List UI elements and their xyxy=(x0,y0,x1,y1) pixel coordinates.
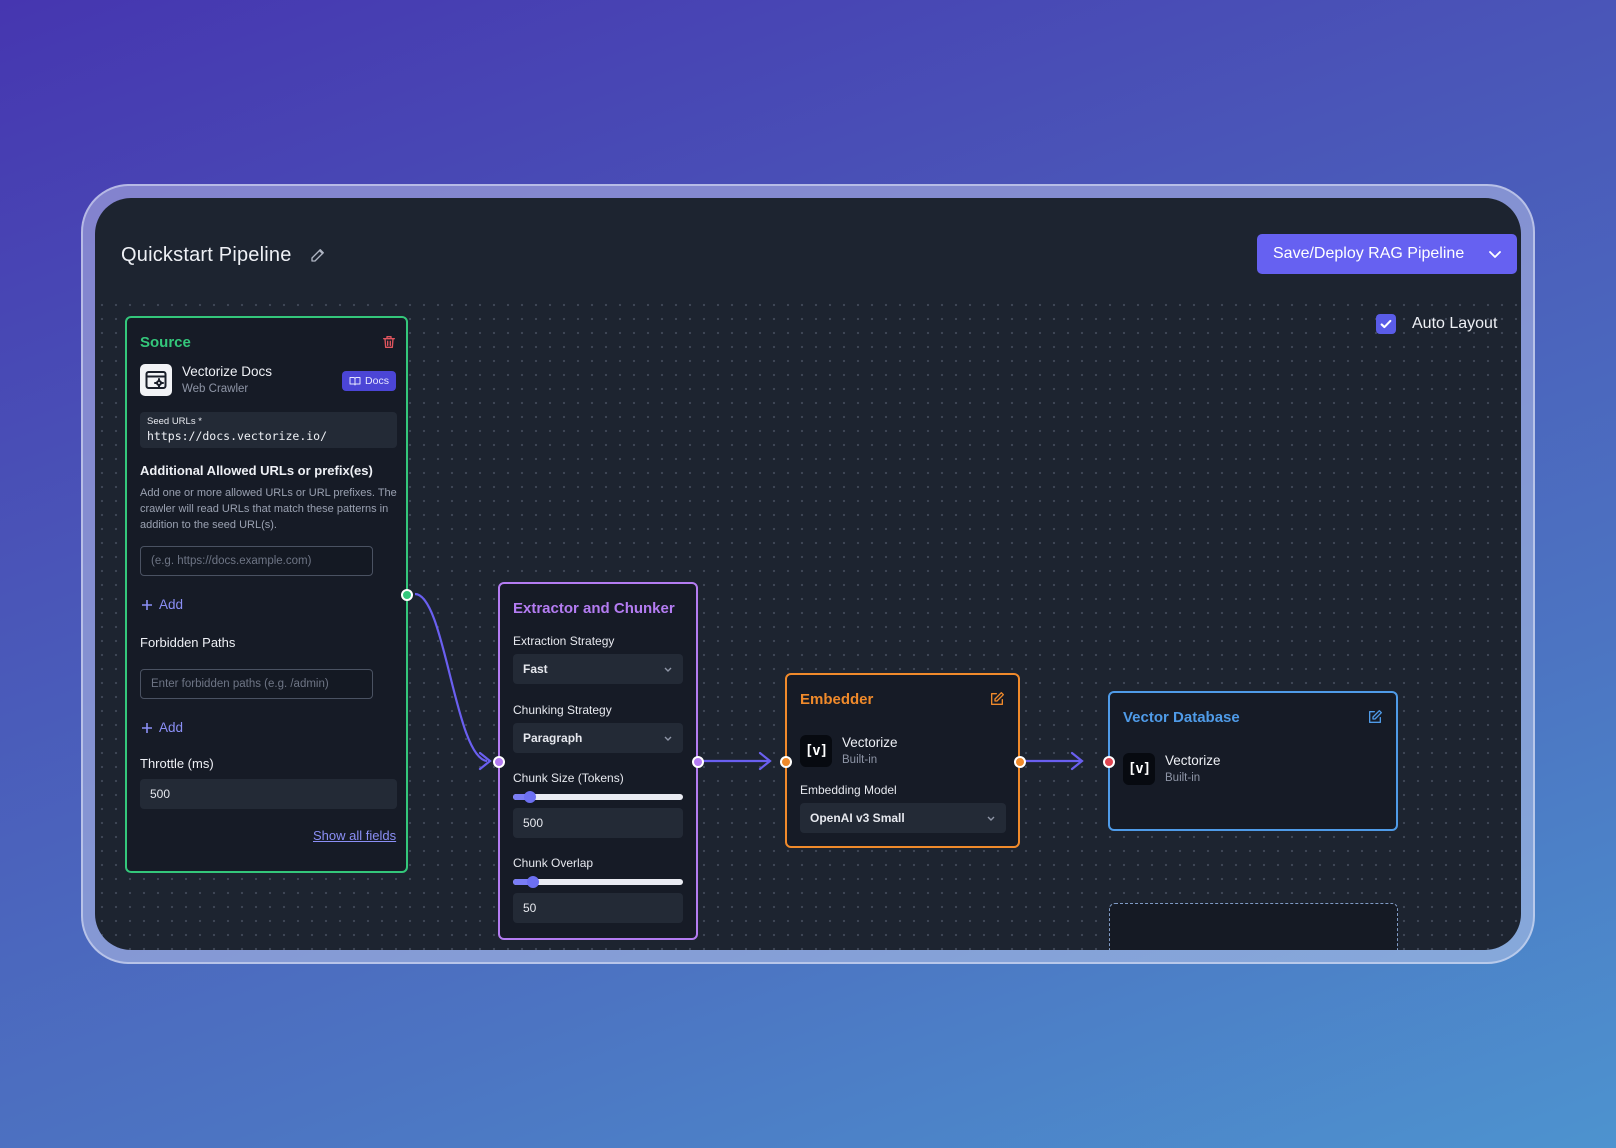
allowed-urls-help: Add one or more allowed URLs or URL pref… xyxy=(140,487,397,531)
source-connector-type: Web Crawler xyxy=(182,383,249,395)
plus-icon xyxy=(142,599,152,610)
throttle-value: 500 xyxy=(150,787,171,801)
extractor-input-handle[interactable] xyxy=(493,756,505,768)
extractor-chunker-node[interactable]: Extractor and Chunker Extraction Strateg… xyxy=(498,582,698,940)
seed-urls-value: https://docs.vectorize.io/ xyxy=(147,429,328,443)
vector-db-provider-name: Vectorize xyxy=(1165,753,1221,768)
embedding-model-label: Embedding Model xyxy=(800,783,897,797)
edge-source-extractor xyxy=(414,592,488,763)
vector-db-input-handle[interactable] xyxy=(1103,756,1115,768)
forbidden-paths-placeholder: Enter forbidden paths (e.g. /admin) xyxy=(151,678,329,690)
embedder-provider-name: Vectorize xyxy=(842,735,898,750)
allowed-urls-heading: Additional Allowed URLs or prefix(es) xyxy=(140,463,373,478)
seed-urls-field[interactable]: Seed URLs * https://docs.vectorize.io/ xyxy=(140,412,397,448)
vectorize-logo: [v] xyxy=(800,735,832,767)
chunk-overlap-thumb[interactable] xyxy=(527,876,539,888)
chunk-size-value: 500 xyxy=(523,816,544,830)
pipeline-editor: Quickstart Pipeline Save/Deploy RAG Pipe… xyxy=(95,198,1521,950)
web-crawler-icon xyxy=(140,364,172,396)
embedding-model-select[interactable]: OpenAI v3 Small xyxy=(800,803,1006,833)
trash-icon[interactable] xyxy=(381,334,397,355)
add-node-placeholder[interactable] xyxy=(1109,903,1398,950)
throttle-label: Throttle (ms) xyxy=(140,756,214,771)
source-node[interactable]: Source Vectorize Docs Web Crawler Docs S… xyxy=(125,316,408,873)
source-output-handle[interactable] xyxy=(401,589,413,601)
extractor-title: Extractor and Chunker xyxy=(513,600,675,617)
plus-icon xyxy=(142,722,152,733)
embedder-title: Embedder xyxy=(800,691,874,708)
embedding-model-value: OpenAI v3 Small xyxy=(810,811,905,825)
chunk-size-slider[interactable] xyxy=(513,791,683,803)
chunk-size-thumb[interactable] xyxy=(524,791,536,803)
throttle-input[interactable]: 500 xyxy=(140,779,397,809)
chunking-strategy-select[interactable]: Paragraph xyxy=(513,723,683,753)
extraction-strategy-value: Fast xyxy=(523,662,548,676)
seed-urls-label: Seed URLs * xyxy=(147,416,202,427)
extractor-output-handle[interactable] xyxy=(692,756,704,768)
edit-icon[interactable] xyxy=(1367,709,1383,730)
vectorize-logo: [v] xyxy=(1123,753,1155,785)
chunk-overlap-value: 50 xyxy=(523,901,537,915)
show-all-fields-link[interactable]: Show all fields xyxy=(313,828,396,843)
chunking-strategy-label: Chunking Strategy xyxy=(513,703,612,717)
allowed-urls-input[interactable]: (e.g. https://docs.example.com) xyxy=(140,546,373,576)
chunk-size-input[interactable]: 500 xyxy=(513,808,683,838)
book-icon xyxy=(349,377,361,386)
allowed-urls-placeholder: (e.g. https://docs.example.com) xyxy=(151,555,312,567)
vector-db-title: Vector Database xyxy=(1123,709,1240,726)
docs-button[interactable]: Docs xyxy=(342,371,396,391)
edit-icon[interactable] xyxy=(989,691,1005,712)
forbidden-paths-heading: Forbidden Paths xyxy=(140,635,236,650)
add-allowed-url-button[interactable]: Add xyxy=(141,597,183,612)
chevron-down-icon xyxy=(987,816,995,821)
chunking-strategy-value: Paragraph xyxy=(523,731,583,745)
chunk-overlap-input[interactable]: 50 xyxy=(513,893,683,923)
source-title: Source xyxy=(140,334,191,351)
embedder-input-handle[interactable] xyxy=(780,756,792,768)
add-forbidden-label: Add xyxy=(159,720,184,735)
chunk-overlap-label: Chunk Overlap xyxy=(513,856,594,870)
vector-db-provider-sub: Built-in xyxy=(1165,772,1201,784)
chevron-down-icon xyxy=(664,736,672,741)
forbidden-paths-input[interactable]: Enter forbidden paths (e.g. /admin) xyxy=(140,669,373,699)
add-allowed-label: Add xyxy=(159,597,184,612)
chevron-down-icon xyxy=(664,667,672,672)
embedder-provider-sub: Built-in xyxy=(842,754,878,766)
embedder-node[interactable]: Embedder [v] Vectorize Built-in Embeddin… xyxy=(785,673,1020,848)
extraction-strategy-select[interactable]: Fast xyxy=(513,654,683,684)
vector-database-node[interactable]: Vector Database [v] Vectorize Built-in xyxy=(1108,691,1398,831)
embedder-output-handle[interactable] xyxy=(1014,756,1026,768)
chunk-size-label: Chunk Size (Tokens) xyxy=(513,771,624,785)
docs-label: Docs xyxy=(365,375,389,387)
chunk-overlap-slider[interactable] xyxy=(513,876,683,888)
source-connector-name: Vectorize Docs xyxy=(182,364,273,379)
add-forbidden-path-button[interactable]: Add xyxy=(141,720,183,735)
extraction-strategy-label: Extraction Strategy xyxy=(513,634,615,648)
